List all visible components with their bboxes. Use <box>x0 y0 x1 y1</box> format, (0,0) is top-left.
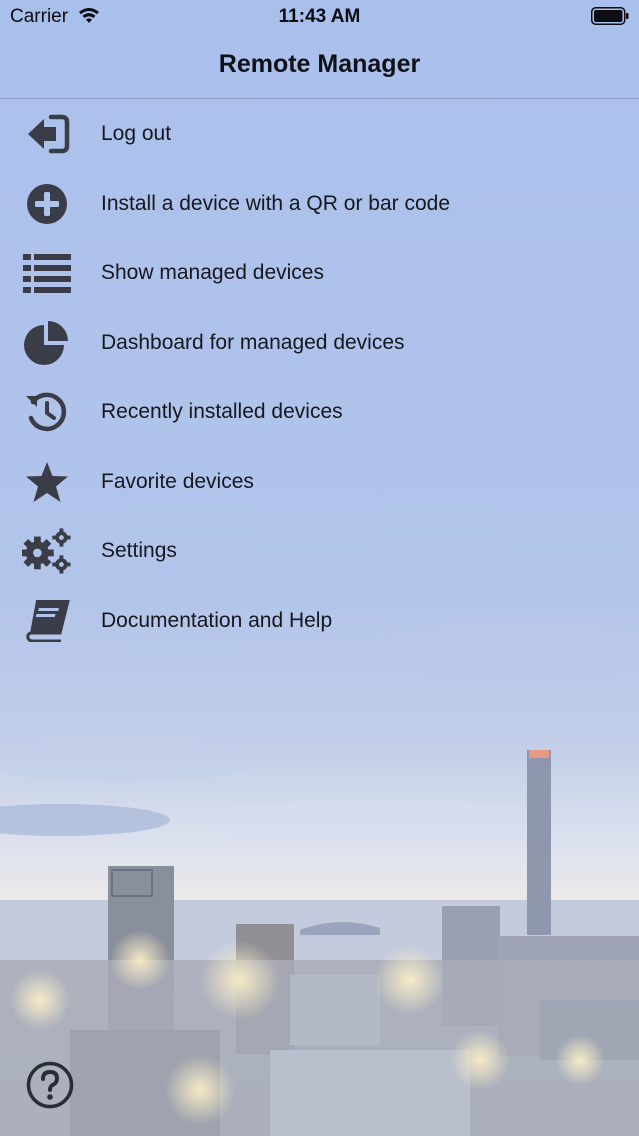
menu-item-label: Recently installed devices <box>101 400 343 423</box>
menu-item-label: Install a device with a QR or bar code <box>101 191 451 215</box>
gears-icon <box>22 528 72 574</box>
help-icon <box>26 1061 74 1109</box>
menu-item-label: Documentation and Help <box>101 608 333 632</box>
menu-item-label: Dashboard for managed devices <box>101 330 405 354</box>
history-icon <box>22 389 72 435</box>
book-icon <box>22 598 72 644</box>
main-menu: Log out Install a device with a QR or ba… <box>0 99 639 655</box>
battery-icon <box>591 7 629 25</box>
menu-item-install-device[interactable]: Install a device with a QR or bar code <box>0 169 639 239</box>
status-bar: Carrier 11:43 AM <box>0 0 639 34</box>
menu-item-label: Settings <box>101 539 177 562</box>
star-icon <box>22 459 72 505</box>
navigation-bar: Remote Manager <box>0 34 639 99</box>
menu-item-label: Log out <box>101 122 172 145</box>
menu-item-favorites[interactable]: Favorite devices <box>0 447 639 517</box>
page-title: Remote Manager <box>218 50 421 78</box>
menu-item-recent-devices[interactable]: Recently installed devices <box>0 377 639 447</box>
menu-item-dashboard[interactable]: Dashboard for managed devices <box>0 308 639 378</box>
menu-item-documentation[interactable]: Documentation and Help <box>0 586 639 656</box>
logout-icon <box>22 111 72 157</box>
help-button[interactable] <box>26 1061 74 1109</box>
menu-item-managed-devices[interactable]: Show managed devices <box>0 238 639 308</box>
menu-item-logout[interactable]: Log out <box>0 99 639 169</box>
pie-chart-icon <box>22 320 72 366</box>
menu-item-label: Favorite devices <box>101 469 254 493</box>
list-icon <box>22 250 72 296</box>
menu-item-label: Show managed devices <box>101 261 324 284</box>
status-time: 11:43 AM <box>278 6 361 27</box>
menu-item-settings[interactable]: Settings <box>0 516 639 586</box>
plus-circle-icon <box>22 181 72 227</box>
